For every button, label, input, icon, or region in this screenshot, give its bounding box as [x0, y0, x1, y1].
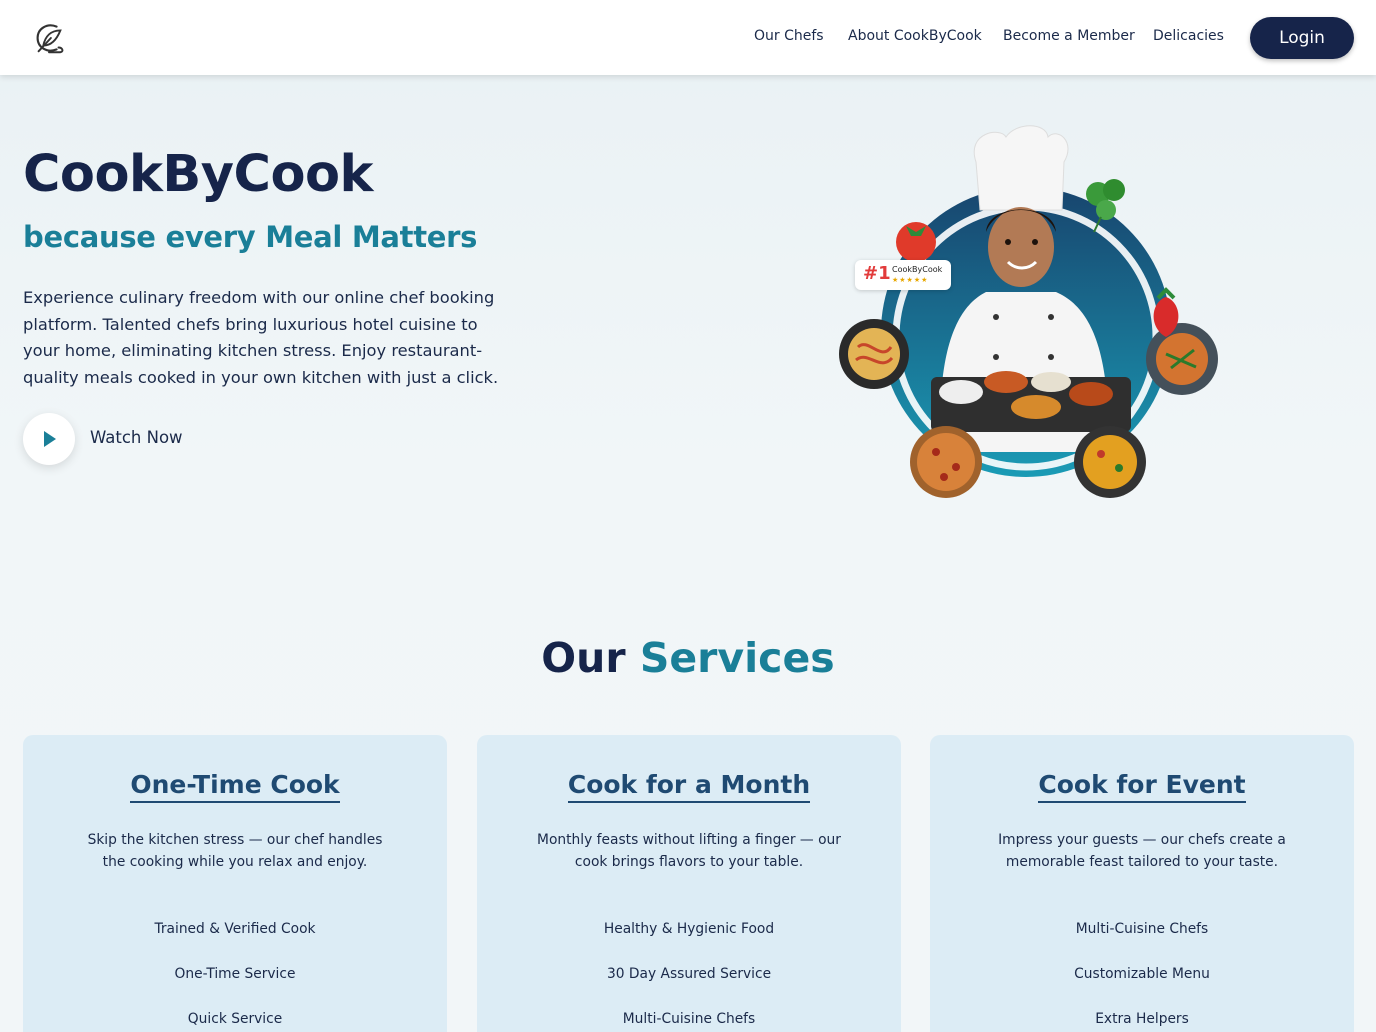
card-feature: Healthy & Hygienic Food: [603, 921, 775, 937]
card-feature: Quick Service: [187, 1011, 283, 1027]
watch-now-play-button[interactable]: [23, 413, 75, 465]
service-card-event[interactable]: Cook for Event Impress your guests — our…: [930, 735, 1354, 1032]
fork-leaf-logo-icon[interactable]: [30, 19, 68, 57]
nav-about[interactable]: About CookByCook: [848, 28, 982, 44]
services-heading-part2: Services: [639, 634, 835, 682]
card-feature: Customizable Menu: [1074, 966, 1210, 982]
card-feature: Multi-Cuisine Chefs: [622, 1011, 756, 1027]
login-button[interactable]: Login: [1250, 17, 1354, 59]
nav-become-member[interactable]: Become a Member: [1003, 28, 1135, 44]
card-title: Cook for a Month: [477, 770, 901, 803]
nav-delicacies[interactable]: Delicacies: [1153, 28, 1224, 44]
card-title: One-Time Cook: [23, 770, 447, 803]
site-header: Our Chefs About CookByCook Become a Memb…: [0, 0, 1376, 75]
chef-hero-illustration: [839, 125, 1218, 498]
badge-rank: #1: [863, 263, 891, 284]
card-feature: Multi-Cuisine Chefs: [1075, 921, 1209, 937]
star-rating-icon: ★★★★★: [892, 276, 929, 284]
nav-our-chefs[interactable]: Our Chefs: [754, 28, 824, 44]
card-description: Impress your guests — our chefs create a…: [998, 832, 1286, 870]
hero-subtitle: because every Meal Matters: [23, 220, 478, 254]
card-feature: Trained & Verified Cook: [154, 921, 316, 937]
service-card-one-time[interactable]: One-Time Cook Skip the kitchen stress — …: [23, 735, 447, 1032]
card-description: Skip the kitchen stress — our chef handl…: [87, 832, 383, 870]
services-heading-part1: Our: [541, 634, 626, 682]
watch-now-label[interactable]: Watch Now: [90, 428, 183, 447]
hero-title: CookByCook: [23, 145, 373, 204]
play-icon: [44, 431, 56, 447]
hero-description: Experience culinary freedom with our onl…: [23, 288, 499, 387]
rank-badge: #1 CookByCook ★★★★★: [855, 260, 951, 290]
service-card-month[interactable]: Cook for a Month Monthly feasts without …: [477, 735, 901, 1032]
badge-brand-name: CookByCook: [892, 265, 943, 274]
card-feature: Extra Helpers: [1095, 1011, 1189, 1027]
card-feature: 30 Day Assured Service: [606, 966, 772, 982]
card-title: Cook for Event: [930, 770, 1354, 803]
services-heading: Our Services: [0, 634, 1376, 682]
card-feature: One-Time Service: [174, 966, 296, 982]
card-description: Monthly feasts without lifting a finger …: [537, 832, 841, 870]
